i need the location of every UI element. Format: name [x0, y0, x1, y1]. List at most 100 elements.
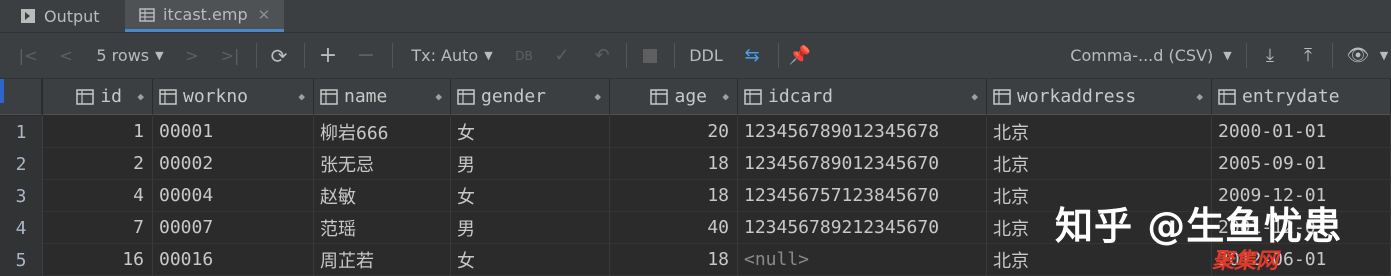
db-commit-icon[interactable]: DB — [512, 33, 536, 78]
cell-idcard[interactable]: 123456789012345670 — [738, 148, 987, 180]
view-eye-icon[interactable]: 👁 — [1344, 33, 1372, 78]
column-header-name[interactable]: name ◆ — [314, 79, 451, 115]
rows-count-label: 5 rows — [96, 46, 150, 65]
chevron-down-icon[interactable]: ▼ — [1378, 33, 1390, 78]
sort-icon[interactable]: ◆ — [435, 90, 442, 103]
cell-workno[interactable]: 00007 — [153, 212, 314, 244]
row-number[interactable]: 1 — [0, 116, 42, 148]
column-header-label: workaddress — [1017, 86, 1137, 107]
cell-name[interactable]: 周芷若 — [314, 244, 451, 276]
column-header-entrydate[interactable]: entrydate — [1212, 79, 1391, 115]
column-icon — [320, 88, 338, 105]
export-format-dropdown[interactable]: Comma-...d (CSV) ▼ — [1066, 33, 1236, 78]
cell-gender[interactable]: 男 — [451, 148, 610, 180]
column-header-label: gender — [481, 86, 547, 107]
cell-age[interactable]: 20 — [610, 116, 738, 148]
close-tab-icon[interactable]: ✕ — [258, 6, 271, 24]
row-number[interactable]: 2 — [0, 148, 42, 180]
editor-tab-bar: Output itcast.emp ✕ — [0, 0, 1391, 33]
column-icon — [159, 88, 177, 105]
stop-icon[interactable] — [638, 33, 662, 78]
cell-age[interactable]: 40 — [610, 212, 738, 244]
cell-entrydate[interactable]: 2005-09-01 — [1212, 148, 1391, 180]
tab-itcast-emp-label: itcast.emp — [163, 5, 248, 24]
cell-id[interactable]: 1 — [43, 116, 153, 148]
column-header-label: id — [100, 86, 122, 107]
row-number[interactable]: 5 — [0, 244, 42, 276]
cell-entrydate[interactable]: 2000-01-01 — [1212, 116, 1391, 148]
tab-itcast-emp[interactable]: itcast.emp ✕ — [125, 0, 285, 32]
column-header-label: workno — [183, 86, 249, 107]
sort-icon[interactable]: ◆ — [1196, 90, 1203, 103]
cell-name[interactable]: 张无忌 — [314, 148, 451, 180]
transaction-mode-dropdown[interactable]: Tx: Auto ▼ — [404, 33, 500, 78]
cell-idcard[interactable]: 123456789012345678 — [738, 116, 987, 148]
column-header-label: name — [344, 86, 388, 107]
cell-workaddress[interactable]: 北京 — [987, 116, 1212, 148]
cell-gender[interactable]: 女 — [451, 244, 610, 276]
cell-age[interactable]: 18 — [610, 148, 738, 180]
cell-idcard[interactable]: <null> — [738, 244, 987, 276]
remove-row-icon[interactable]: − — [354, 33, 378, 78]
cell-idcard[interactable]: 123456757123845670 — [738, 180, 987, 212]
cell-gender[interactable]: 女 — [451, 180, 610, 212]
watermark-sub: 聚集网 — [1212, 249, 1279, 274]
cell-age[interactable]: 18 — [610, 180, 738, 212]
refresh-icon[interactable]: ⟳ — [266, 33, 292, 78]
ddl-button[interactable]: DDL — [686, 33, 726, 78]
cell-name[interactable]: 柳岩666 — [314, 116, 451, 148]
tab-output[interactable]: Output — [20, 0, 100, 32]
last-page-icon[interactable]: >| — [216, 33, 244, 78]
column-header-gender[interactable]: gender ◆ — [451, 79, 610, 115]
first-page-icon[interactable]: |< — [16, 33, 40, 78]
cell-workno[interactable]: 00002 — [153, 148, 314, 180]
rollback-icon[interactable]: ↶ — [590, 33, 614, 78]
cell-idcard[interactable]: 123456789212345670 — [738, 212, 987, 244]
submit-check-icon[interactable]: ✓ — [550, 33, 574, 78]
cell-workno[interactable]: 00016 — [153, 244, 314, 276]
toolbar-separator — [304, 43, 305, 68]
previous-page-icon[interactable]: < — [54, 33, 78, 78]
cell-gender[interactable]: 女 — [451, 116, 610, 148]
sort-icon[interactable]: ◆ — [137, 90, 144, 103]
upload-icon[interactable]: ⤒ — [1296, 33, 1320, 78]
rows-count-dropdown[interactable]: 5 rows ▼ — [92, 33, 168, 78]
toolbar-separator — [1246, 43, 1247, 68]
table-icon — [139, 7, 155, 22]
toolbar-separator — [674, 43, 675, 68]
download-icon[interactable]: ⤓ — [1258, 33, 1282, 78]
tab-output-label: Output — [44, 6, 100, 26]
chevron-down-icon: ▼ — [1223, 49, 1232, 62]
cell-gender[interactable]: 男 — [451, 212, 610, 244]
toolbar-separator — [392, 43, 393, 68]
cell-id[interactable]: 7 — [43, 212, 153, 244]
column-header-label: idcard — [768, 86, 834, 107]
sort-icon[interactable]: ◆ — [971, 90, 978, 103]
cell-name[interactable]: 赵敏 — [314, 180, 451, 212]
cell-id[interactable]: 4 — [43, 180, 153, 212]
cell-id[interactable]: 16 — [43, 244, 153, 276]
cell-workno[interactable]: 00001 — [153, 116, 314, 148]
sort-icon[interactable]: ◆ — [594, 90, 601, 103]
sort-icon[interactable]: ◆ — [722, 90, 729, 103]
column-header-age[interactable]: age ◆ — [610, 79, 738, 115]
column-header-workaddress[interactable]: workaddress ◆ — [987, 79, 1212, 115]
transaction-mode-label: Tx: Auto — [411, 46, 479, 65]
add-row-icon[interactable]: + — [316, 33, 340, 78]
compare-arrows-icon[interactable]: ⇆ — [738, 33, 766, 78]
column-header-id[interactable]: id ◆ — [43, 79, 153, 115]
cell-workaddress[interactable]: 北京 — [987, 148, 1212, 180]
pin-icon[interactable]: 📌 — [788, 33, 812, 78]
column-header-idcard[interactable]: idcard ◆ — [738, 79, 987, 115]
column-icon — [744, 88, 762, 105]
row-number[interactable]: 3 — [0, 180, 42, 212]
cell-id[interactable]: 2 — [43, 148, 153, 180]
column-header-workno[interactable]: workno ◆ — [153, 79, 314, 115]
next-page-icon[interactable]: > — [180, 33, 204, 78]
cell-age[interactable]: 18 — [610, 244, 738, 276]
sort-icon[interactable]: ◆ — [298, 90, 305, 103]
row-number[interactable]: 4 — [0, 212, 42, 244]
cell-name[interactable]: 范瑶 — [314, 212, 451, 244]
results-toolbar: |< < 5 rows ▼ > >| ⟳ + − Tx: Auto ▼ DB ✓… — [0, 33, 1391, 79]
cell-workno[interactable]: 00004 — [153, 180, 314, 212]
